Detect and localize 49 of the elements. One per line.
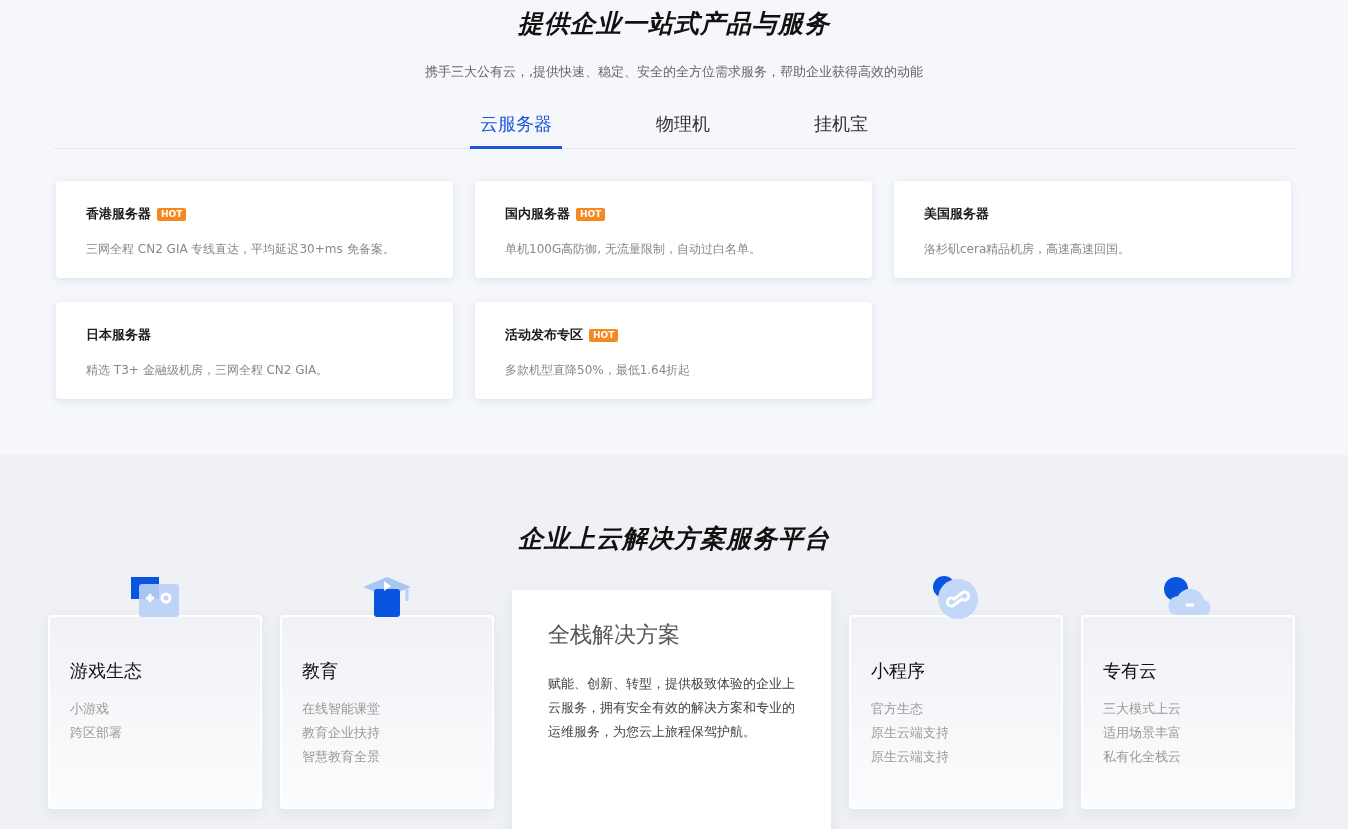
card-item: 原生云端支持 (871, 724, 950, 742)
card-description: 单机100G高防御, 无流量限制，自动过白名单。 (505, 241, 762, 258)
product-card[interactable]: 美国服务器 洛杉矶cera精品机房，高速高速回国。 (894, 181, 1291, 278)
card-item: 原生云端支持 (871, 748, 950, 766)
tab[interactable]: 物理机 (646, 112, 720, 149)
card-title: 日本服务器 (86, 326, 151, 344)
section-title: 提供企业一站式产品与服务 (517, 8, 832, 40)
feature-description: 赋能、创新、转型，提供极致体验的企业上云服务，拥有安全有效的解决方案和专业的运维服务，为您云上旅程保驾护航。 (548, 675, 795, 741)
product-card[interactable]: 香港服务器 HOT 三网全程 CN2 GIA 专线直达，平均延迟30+ms 免备案。 (56, 181, 453, 278)
graduation-cap-icon (361, 575, 413, 619)
card-description: 精选 T3+ 金融级机房，三网全程 CN2 GIA。 (86, 362, 330, 379)
link-icon (932, 575, 980, 621)
card-description: 多款机型直降50%，最低1.64折起 (505, 362, 692, 379)
feature-title: 全栈解决方案 (548, 621, 681, 649)
card-title: 活动发布专区 (505, 326, 583, 344)
card-title: 小程序 (871, 659, 926, 683)
section-subtitle: 携手三大公有云，,提供快速、稳定、安全的全方位需求服务，帮助企业获得高效的动能 (423, 63, 925, 81)
gamepad-icon (129, 575, 181, 619)
hot-badge: HOT (589, 328, 619, 342)
card-title: 专有云 (1103, 659, 1158, 683)
product-card[interactable]: 国内服务器 HOT 单机100G高防御, 无流量限制，自动过白名单。 (475, 181, 872, 278)
card-title: 美国服务器 (924, 205, 989, 223)
tab[interactable]: 云服务器 (470, 112, 562, 149)
hot-badge: HOT (576, 207, 606, 221)
solution-card[interactable]: 游戏生态 小游戏 跨区部署 (48, 615, 262, 809)
hot-badge: HOT (157, 207, 187, 221)
solution-card[interactable]: 小程序 官方生态 原生云端支持 原生云端支持 (849, 615, 1063, 809)
section-title: 企业上云解决方案服务平台 (517, 523, 831, 555)
card-title: 游戏生态 (70, 659, 143, 683)
solution-card[interactable]: 教育 在线智能课堂 教育企业扶持 智慧教育全景 (280, 615, 494, 809)
product-card[interactable]: 日本服务器 精选 T3+ 金融级机房，三网全程 CN2 GIA。 (56, 302, 453, 399)
card-description: 三网全程 CN2 GIA 专线直达，平均延迟30+ms 免备案。 (86, 241, 396, 258)
feature-card[interactable]: 全栈解决方案 赋能、创新、转型，提供极致体验的企业上云服务，拥有安全有效的解决方案和专业的运维服务，为您云上旅程保驾护航。 (512, 590, 831, 829)
card-title: 国内服务器 (505, 205, 570, 223)
card-item: 官方生态 (871, 700, 924, 718)
card-item: 跨区部署 (70, 724, 123, 742)
product-card[interactable]: 活动发布专区 HOT 多款机型直降50%，最低1.64折起 (475, 302, 872, 399)
card-item: 在线智能课堂 (302, 700, 381, 718)
card-item: 三大模式上云 (1103, 700, 1182, 718)
card-item: 智慧教育全景 (302, 748, 381, 766)
card-title: 香港服务器 (86, 205, 151, 223)
card-item: 适用场景丰富 (1103, 724, 1182, 742)
card-item: 小游戏 (70, 700, 110, 718)
tab[interactable]: 挂机宝 (804, 112, 878, 149)
solution-card[interactable]: 专有云 三大模式上云 适用场景丰富 私有化全栈云 (1081, 615, 1295, 809)
card-item: 私有化全栈云 (1103, 748, 1182, 766)
card-description: 洛杉矶cera精品机房，高速高速回国。 (924, 241, 1132, 258)
card-item: 教育企业扶持 (302, 724, 381, 742)
card-title: 教育 (302, 659, 339, 683)
